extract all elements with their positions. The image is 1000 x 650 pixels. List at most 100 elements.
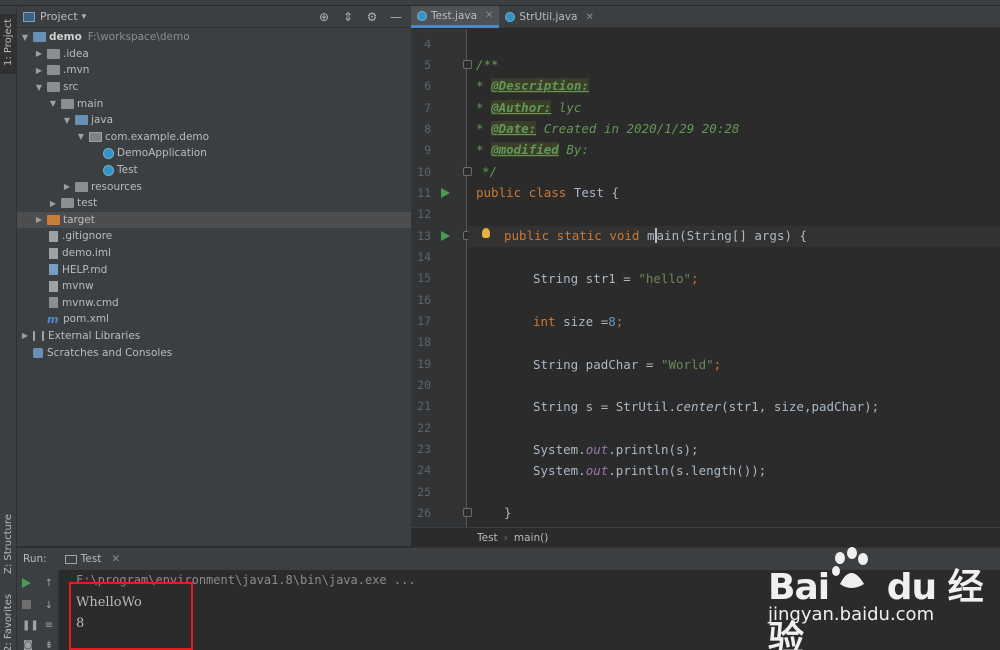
class-icon [103, 164, 114, 176]
collapse-arrow-icon[interactable]: ▶ [47, 199, 59, 208]
tree-row-package[interactable]: ▼ com.example.demo [17, 129, 411, 146]
tree-row-demo[interactable]: ▼ demo F:\workspace\demo [17, 29, 411, 46]
tree-row-mvn[interactable]: ▶ .mvn [17, 62, 411, 79]
structure-tool-tab[interactable]: Z: Structure [0, 514, 17, 578]
project-window-icon [23, 11, 35, 22]
lightbulb-icon[interactable] [482, 228, 490, 238]
tree-row-mvnw[interactable]: mvnw [17, 278, 411, 295]
tree-row-gitignore[interactable]: .gitignore [17, 228, 411, 245]
stop-icon[interactable] [22, 600, 34, 612]
tree-row-target[interactable]: ▶ target [17, 211, 411, 229]
down-arrow-icon[interactable]: ↓ [43, 600, 55, 612]
tree-row-test-folder[interactable]: ▶ test [17, 195, 411, 212]
code-text: String str1 = [533, 271, 639, 286]
comment: * [476, 121, 492, 136]
excluded-folder-icon [47, 214, 60, 225]
code-line-21: String s = StrUtil.center(str1, size,pad… [533, 399, 879, 414]
comment: lyc [551, 100, 582, 115]
close-icon[interactable]: ✕ [485, 10, 493, 21]
expand-arrow-icon[interactable]: ▼ [19, 33, 31, 42]
tree-row-scratches[interactable]: Scratches and Consoles [17, 344, 411, 361]
close-icon[interactable]: ✕ [585, 12, 593, 23]
editor-tabs: Test.java ✕ StrUtil.java ✕ [411, 6, 1000, 28]
code-text: Test { [566, 185, 619, 200]
keyword: public static void [504, 228, 640, 243]
tab-test-java[interactable]: Test.java ✕ [411, 6, 500, 28]
tree-row-main[interactable]: ▼ main [17, 95, 411, 112]
doc-tag: @Date: [491, 121, 537, 136]
tree-row-demo-iml[interactable]: demo.iml [17, 245, 411, 262]
tree-row-resources[interactable]: ▶ resources [17, 178, 411, 195]
tree-row-help-md[interactable]: HELP.md [17, 261, 411, 278]
collapse-arrow-icon[interactable]: ▶ [19, 331, 31, 340]
fold-marker-icon[interactable] [463, 60, 472, 69]
collapse-arrow-icon[interactable]: ▶ [33, 215, 45, 224]
tree-row-mvnw-cmd[interactable]: mvnw.cmd [17, 295, 411, 312]
run-method-icon[interactable] [441, 231, 450, 241]
expand-arrow-icon[interactable]: ▼ [61, 116, 73, 125]
tree-label: main [77, 97, 104, 110]
run-class-icon[interactable] [441, 188, 450, 198]
rerun-icon[interactable] [22, 578, 34, 590]
expand-arrow-icon[interactable]: ▼ [33, 83, 45, 92]
keyword: int [533, 314, 556, 329]
console-icon [64, 554, 77, 564]
project-tool-tab[interactable]: 1: Project [0, 14, 17, 74]
tree-row-src[interactable]: ▼ src [17, 79, 411, 96]
breadcrumb-method[interactable]: main() [514, 532, 548, 544]
code-text: .println(s); [608, 442, 699, 457]
collapse-all-icon[interactable]: ⇕ [341, 10, 355, 24]
favorites-tool-tab-label: 2: Favorites [3, 593, 14, 650]
keyword: public class [476, 185, 567, 200]
tree-label: .idea [63, 47, 89, 60]
favorites-tool-tab[interactable]: 2: Favorites [0, 594, 17, 650]
file-icon [49, 297, 58, 309]
baidu-watermark: Bai du 经验 jingyan.baidu.com [762, 540, 1000, 650]
soft-wrap-icon[interactable]: ≡ [43, 620, 55, 632]
breadcrumb-class[interactable]: Test [477, 532, 498, 544]
tree-row-external-libraries[interactable]: ▶ External Libraries [17, 328, 411, 345]
collapse-arrow-icon[interactable]: ▶ [33, 49, 45, 58]
code-line-17: int size =8; [533, 314, 623, 329]
tree-row-idea[interactable]: ▶ .idea [17, 46, 411, 63]
folder-icon [47, 48, 60, 59]
number-literal: 8 [608, 314, 616, 329]
tree-row-test-class[interactable]: Test [17, 162, 411, 179]
line-number: 26 [417, 506, 431, 520]
editor-gutter: 4 5 6 7 8 9 10 11 12 13 14 15 16 17 18 1… [411, 29, 467, 527]
expand-arrow-icon[interactable]: ▼ [75, 132, 87, 141]
code-editor[interactable]: 4 5 6 7 8 9 10 11 12 13 14 15 16 17 18 1… [411, 29, 1000, 527]
expand-arrow-icon[interactable]: ▼ [47, 99, 59, 108]
tree-label: pom.xml [63, 313, 110, 326]
project-view-selector[interactable]: Project [40, 10, 78, 23]
tree-row-pom[interactable]: m pom.xml [17, 311, 411, 328]
run-tab-test[interactable]: Test ✕ [56, 548, 129, 570]
file-icon [49, 280, 58, 292]
code-text: (str1, size,padChar); [721, 399, 880, 414]
line-number: 11 [417, 186, 431, 200]
code-line-5: /** [476, 57, 499, 72]
package-icon [89, 131, 102, 142]
pause-icon[interactable]: ❚❚ [22, 620, 39, 632]
tab-strutil-java[interactable]: StrUtil.java ✕ [499, 6, 599, 28]
line-number: 17 [417, 314, 431, 328]
scroll-to-end-icon[interactable]: ⇟ [43, 640, 55, 650]
line-number: 13 [417, 229, 431, 243]
close-icon[interactable]: ✕ [111, 553, 120, 565]
collapse-arrow-icon[interactable]: ▶ [33, 66, 45, 75]
collapse-arrow-icon[interactable]: ▶ [61, 182, 73, 191]
line-number: 18 [417, 335, 431, 349]
tree-row-java[interactable]: ▼ java [17, 112, 411, 129]
locate-icon[interactable]: ⊕ [317, 10, 331, 24]
comment: * [476, 142, 492, 157]
comment: Created in 2020/1/29 20:28 [536, 121, 740, 136]
fold-marker-icon[interactable] [463, 508, 472, 517]
chevron-down-icon[interactable]: ▾ [82, 12, 87, 22]
hide-icon[interactable]: — [389, 10, 403, 24]
tree-row-demoapplication[interactable]: DemoApplication [17, 145, 411, 162]
up-arrow-icon[interactable]: ↑ [43, 578, 55, 590]
left-tool-strip: 1: Project Z: Structure 2: Favorites [0, 6, 17, 650]
fold-marker-icon[interactable] [463, 167, 472, 176]
gear-icon[interactable]: ⚙ [365, 10, 379, 24]
camera-icon[interactable]: ◙ [22, 640, 34, 650]
